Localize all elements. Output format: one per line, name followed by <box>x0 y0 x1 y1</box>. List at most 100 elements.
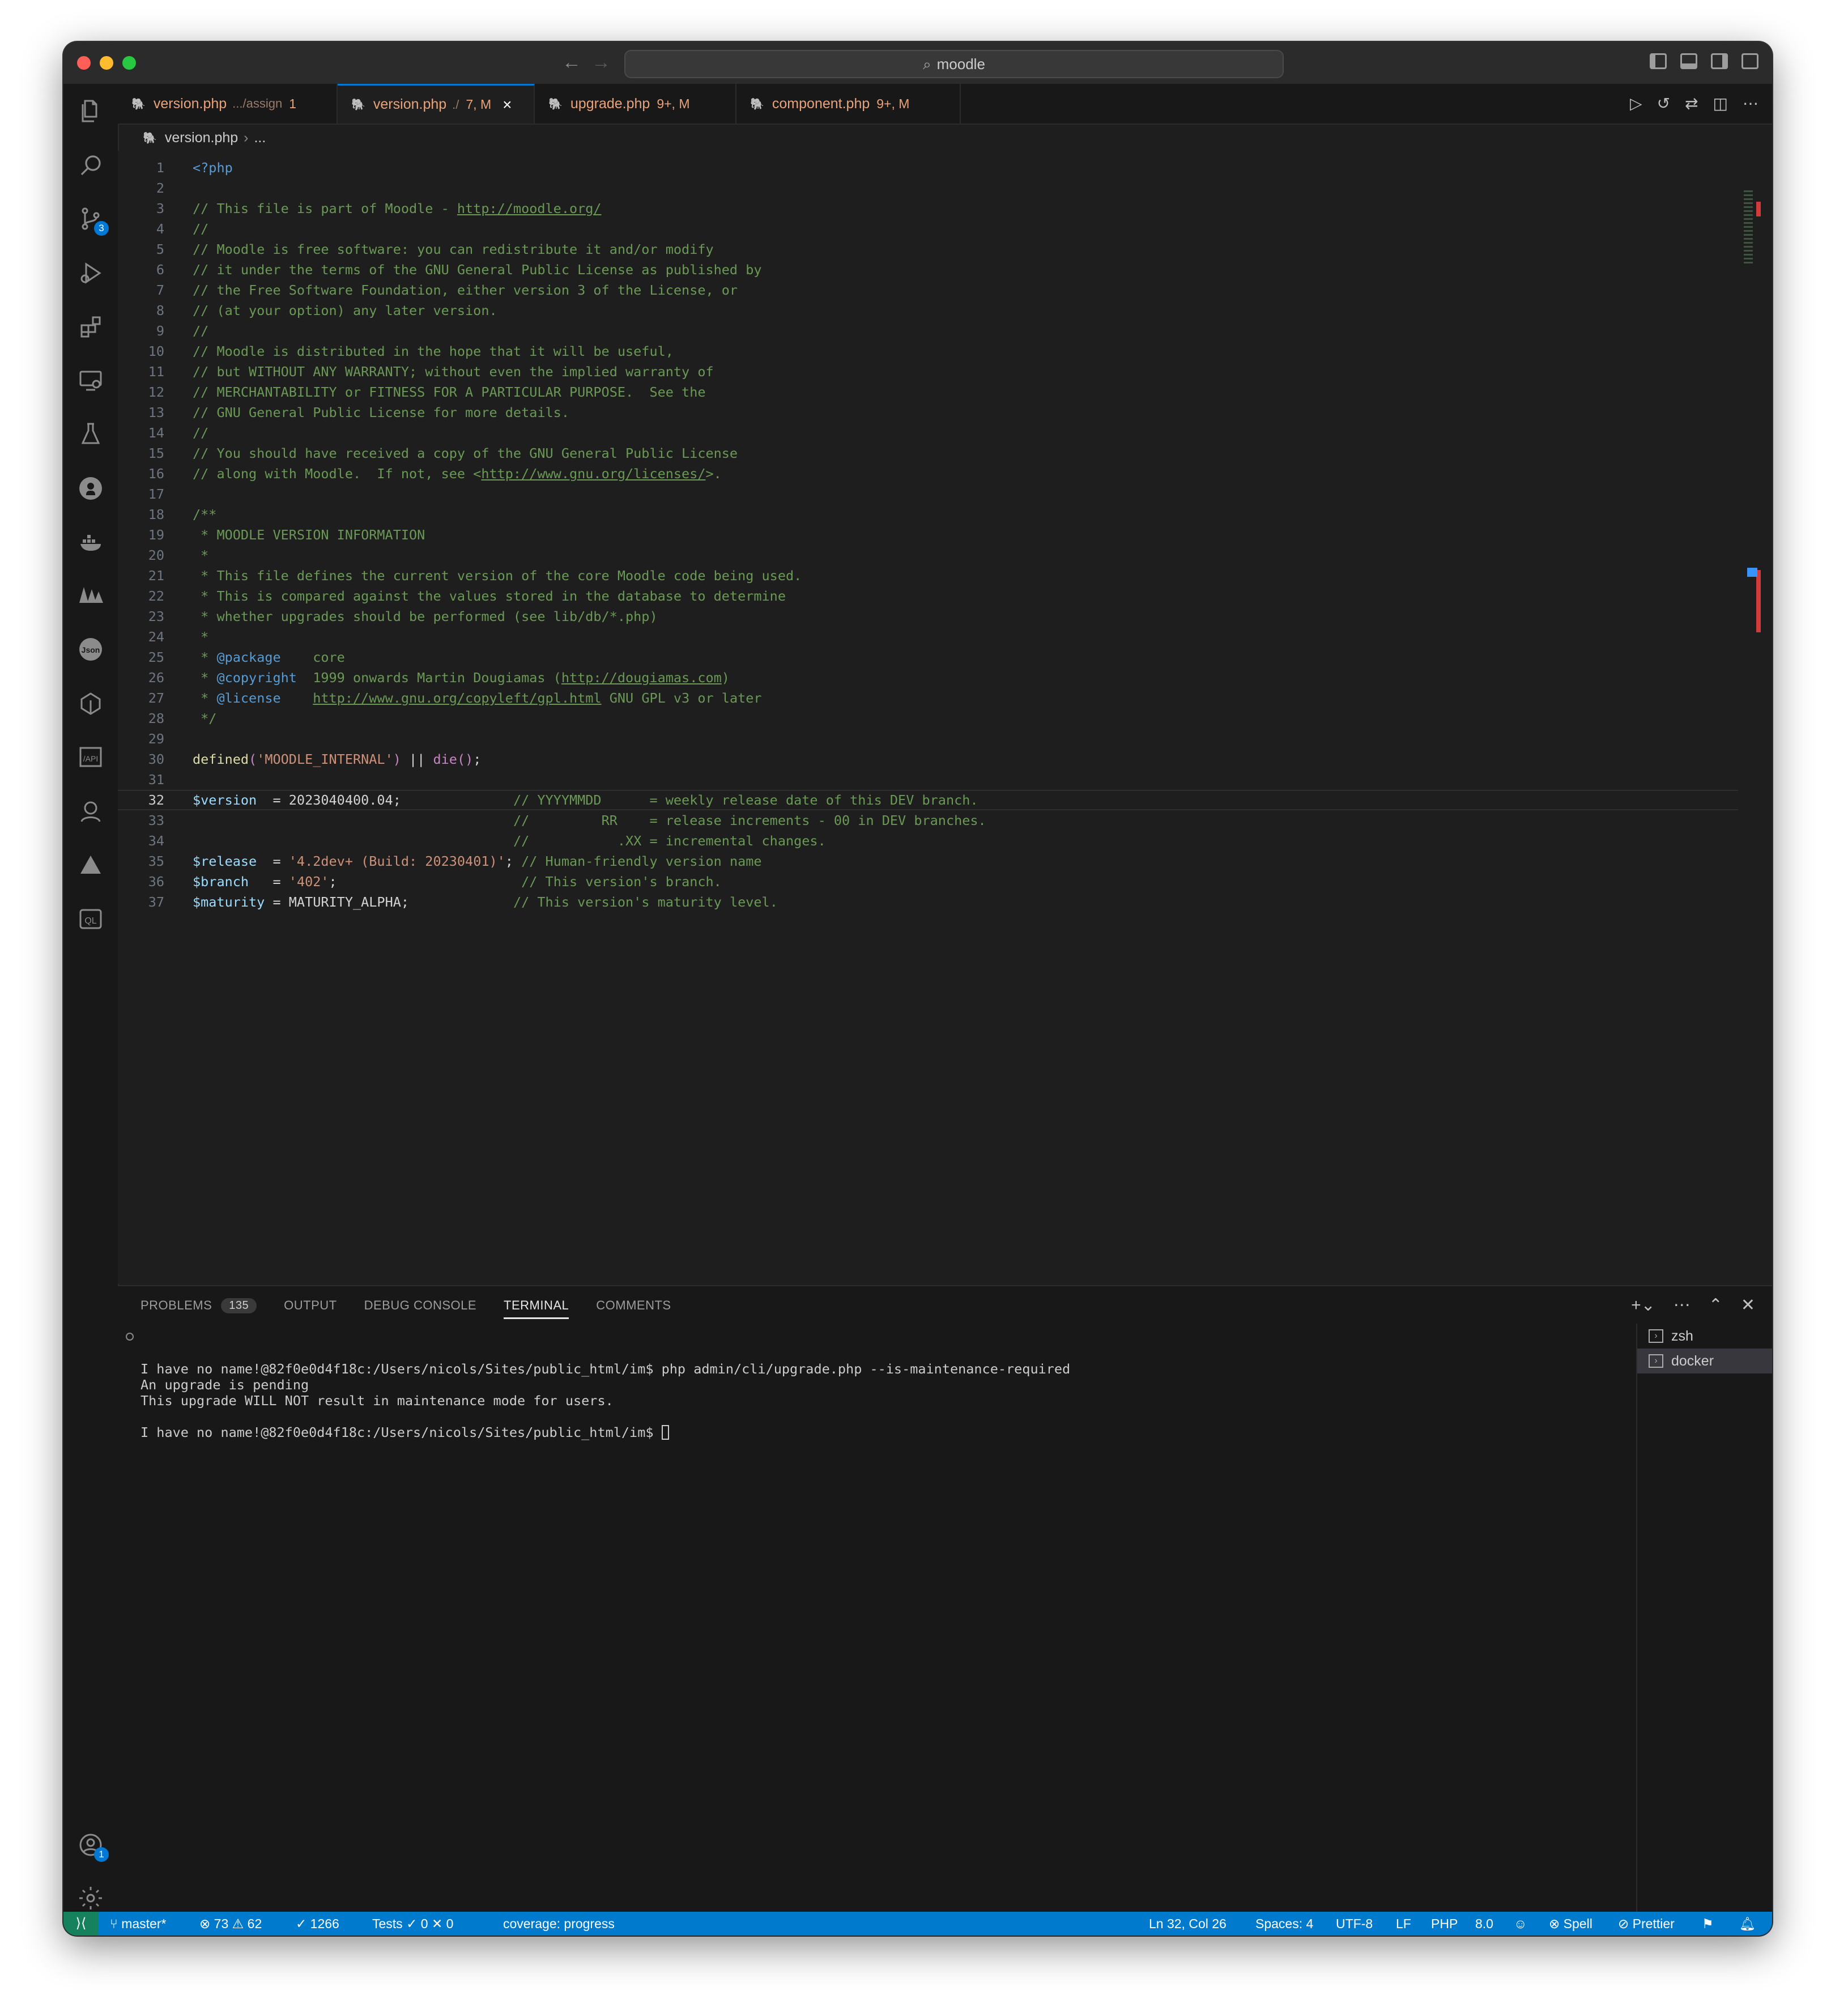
settings-gear-icon[interactable] <box>75 1882 107 1914</box>
terminal-item-zsh[interactable]: › zsh <box>1637 1324 1772 1349</box>
minimap[interactable] <box>1738 151 1761 1284</box>
code-line[interactable]: 35 $release = '4.2dev+ (Build: 20230401)'… <box>118 851 1738 871</box>
close-window-button[interactable] <box>77 56 91 70</box>
tab-terminal[interactable]: TERMINAL <box>504 1286 569 1325</box>
tests-status[interactable]: Tests ✓ 0 ✕ 0 <box>372 1912 453 1936</box>
indentation-status[interactable]: Spaces: 4 <box>1255 1912 1313 1936</box>
maximize-window-button[interactable] <box>122 56 136 70</box>
remote-indicator-icon[interactable]: ⟩⟨ <box>63 1912 99 1936</box>
close-tab-icon[interactable]: × <box>503 96 512 114</box>
code-line[interactable]: 5 // Moodle is free software: you can red… <box>118 239 1738 260</box>
compare-changes-icon[interactable]: ⇄ <box>1685 94 1698 113</box>
tab-version-php-assign[interactable]: 🐘 version.php .../assign 1 <box>118 84 338 124</box>
accounts-icon[interactable]: 1 <box>75 1829 109 1862</box>
code-line[interactable]: 34 // .XX = incremental changes. <box>118 831 1738 851</box>
tab-version-php-active[interactable]: 🐘 version.php ./ 7, M × <box>338 84 535 124</box>
toggle-panel-icon[interactable] <box>1680 53 1697 69</box>
agent-icon[interactable] <box>75 796 107 827</box>
toggle-primary-sidebar-icon[interactable] <box>1650 53 1667 69</box>
copilot-icon[interactable]: ☺ <box>1514 1912 1527 1936</box>
docker-icon[interactable] <box>75 526 107 558</box>
code-line[interactable]: 18 /** <box>118 504 1738 525</box>
code-line[interactable]: 36 $branch = '402'; // This version's bra… <box>118 871 1738 892</box>
extension-leaf-icon[interactable] <box>75 688 107 720</box>
api-icon[interactable]: /API <box>75 741 107 773</box>
checks-status[interactable]: ✓ 1266 <box>296 1912 339 1936</box>
toggle-secondary-sidebar-icon[interactable] <box>1711 53 1728 69</box>
code-line[interactable]: 21 * This file defines the current versi… <box>118 565 1738 586</box>
run-file-icon[interactable]: ▷ <box>1630 94 1642 113</box>
php-version-status[interactable]: 8.0 <box>1475 1912 1493 1936</box>
github-icon[interactable] <box>75 473 107 504</box>
source-control-icon[interactable]: 3 <box>75 203 109 236</box>
code-line[interactable]: 4 // <box>118 219 1738 239</box>
code-line[interactable]: 6 // it under the terms of the GNU Genera… <box>118 260 1738 280</box>
maximize-panel-icon[interactable]: ⌃ <box>1709 1295 1723 1315</box>
coverage-status[interactable]: coverage: progress <box>503 1912 615 1936</box>
code-line[interactable]: 1 <?php <box>118 158 1738 178</box>
back-arrow-icon[interactable]: ← <box>562 50 581 75</box>
timeline-icon[interactable]: ↺ <box>1657 94 1670 113</box>
code-editor[interactable]: 1 <?php 2 3// This file is part of Moodle -… <box>118 151 1772 1284</box>
code-line[interactable]: 9 // <box>118 321 1738 341</box>
trees-icon[interactable] <box>75 580 107 612</box>
notifications-bell-icon[interactable]: 🔔︎ <box>1739 1912 1756 1936</box>
prettier-status[interactable]: ⊘ Prettier <box>1618 1912 1675 1936</box>
encoding-status[interactable]: UTF-8 <box>1336 1912 1373 1936</box>
tab-debug-console[interactable]: DEBUG CONSOLE <box>364 1286 476 1325</box>
new-terminal-icon[interactable]: +⌄ <box>1631 1295 1655 1315</box>
more-actions-icon[interactable]: ⋯ <box>1743 94 1758 113</box>
code-line[interactable]: 17 <box>118 484 1738 504</box>
tab-upgrade-php[interactable]: 🐘 upgrade.php 9+, M <box>535 84 736 124</box>
code-line[interactable]: 2 <box>118 178 1738 198</box>
breadcrumb-symbol[interactable]: ... <box>254 130 266 146</box>
code-line[interactable]: 11 // but WITHOUT ANY WARRANTY; without e… <box>118 361 1738 382</box>
code-line[interactable]: 8 // (at your option) any later version. <box>118 300 1738 321</box>
more-actions-icon[interactable]: ⋯ <box>1674 1295 1691 1315</box>
terminal-item-docker[interactable]: › docker <box>1637 1349 1772 1373</box>
code-line[interactable]: 20 * <box>118 545 1738 565</box>
code-line[interactable]: 19 * MOODLE VERSION INFORMATION <box>118 525 1738 545</box>
feedback-icon[interactable]: ⚑ <box>1702 1912 1714 1936</box>
code-line[interactable]: 23 * whether upgrades should be performe… <box>118 606 1738 627</box>
command-center-search[interactable]: ⌕ moodle <box>624 50 1284 78</box>
remote-explorer-icon[interactable] <box>75 365 107 397</box>
run-debug-icon[interactable] <box>75 257 107 289</box>
code-line[interactable]: 29 <box>118 729 1738 749</box>
code-line[interactable]: 37 $maturity = MATURITY_ALPHA; // This ve… <box>118 892 1738 912</box>
code-line[interactable]: 30 defined('MOODLE_INTERNAL') || die(); <box>118 749 1738 769</box>
code-line[interactable]: 26 * @copyright 1999 onwards Martin Doug… <box>118 667 1738 688</box>
code-line[interactable]: 28 */ <box>118 708 1738 729</box>
code-line[interactable]: 22 * This is compared against the values… <box>118 586 1738 606</box>
search-icon[interactable] <box>75 150 107 181</box>
code-line[interactable]: 27 * @license http://www.gnu.org/copylef… <box>118 688 1738 708</box>
code-line[interactable]: 7 // the Free Software Foundation, either… <box>118 280 1738 300</box>
spell-status[interactable]: ⊗ Spell <box>1549 1912 1592 1936</box>
tab-problems[interactable]: PROBLEMS 135 <box>140 1286 257 1325</box>
minimize-window-button[interactable] <box>100 56 113 70</box>
eol-status[interactable]: LF <box>1396 1912 1411 1936</box>
code-line[interactable]: 13 // GNU General Public License for more… <box>118 402 1738 423</box>
code-line[interactable]: 24 * <box>118 627 1738 647</box>
explorer-icon[interactable] <box>75 95 107 127</box>
code-line[interactable]: 25 * @package core <box>118 647 1738 667</box>
split-editor-icon[interactable]: ◫ <box>1713 94 1728 113</box>
code-line[interactable]: 33 // RR = release increments - 00 in DE… <box>118 810 1738 831</box>
tab-comments[interactable]: COMMENTS <box>596 1286 671 1325</box>
json-icon[interactable]: Json <box>75 633 107 665</box>
triangle-icon[interactable] <box>75 849 107 881</box>
code-line[interactable]: 14 // <box>118 423 1738 443</box>
breadcrumb-file[interactable]: version.php <box>165 130 238 146</box>
forward-arrow-icon[interactable]: → <box>591 50 611 75</box>
testing-icon[interactable] <box>75 418 107 450</box>
code-line[interactable]: 12 // MERCHANTABILITY or FITNESS FOR A PA… <box>118 382 1738 402</box>
tab-output[interactable]: OUTPUT <box>284 1286 337 1325</box>
extensions-icon[interactable] <box>75 311 107 342</box>
tab-component-php[interactable]: 🐘 component.php 9+, M <box>736 84 961 124</box>
branch-status[interactable]: ⑂ master* <box>110 1912 166 1936</box>
ql-icon[interactable]: QL <box>75 903 107 935</box>
terminal-output[interactable]: I have no name!@82f0e0d4f18c:/Users/nico… <box>126 1329 1625 1472</box>
language-mode[interactable]: PHP <box>1431 1912 1458 1936</box>
problems-status[interactable]: ⊗ 73 ⚠ 62 <box>199 1912 262 1936</box>
code-line[interactable]: 31 <box>118 769 1738 790</box>
